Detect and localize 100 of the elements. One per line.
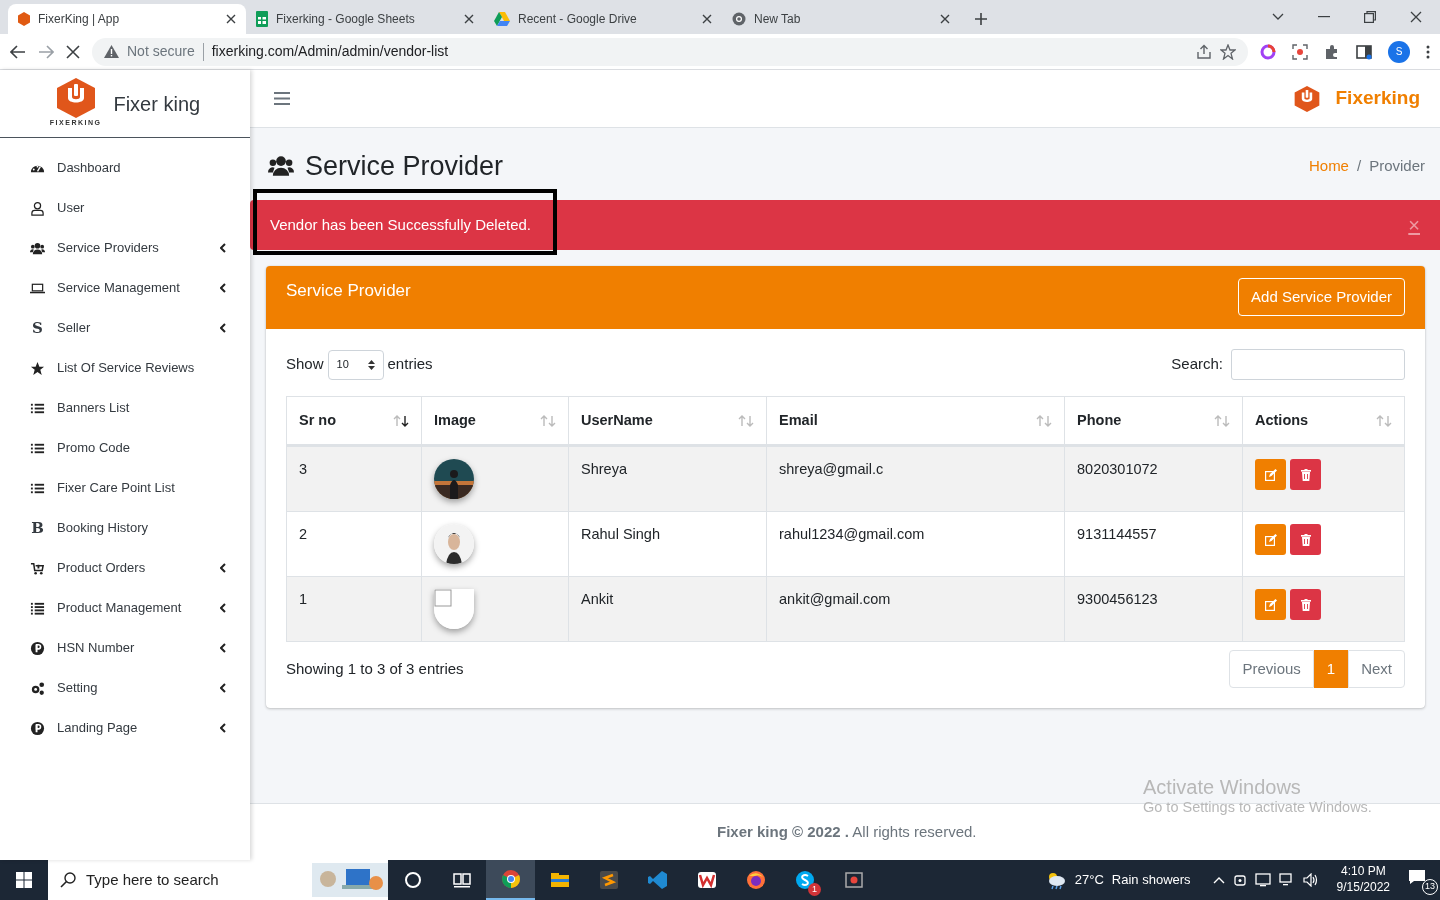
restore-icon[interactable] — [1364, 11, 1376, 23]
page-length-select[interactable]: 10 — [327, 349, 384, 380]
edit-icon — [1264, 598, 1277, 611]
delete-button[interactable] — [1290, 524, 1321, 555]
sidebar-item[interactable]: List Of Service Reviews — [0, 348, 250, 388]
edit-button[interactable] — [1255, 459, 1286, 490]
column-header[interactable]: Actions — [1255, 409, 1309, 432]
taskbar-app-button[interactable]: 1 — [780, 860, 829, 900]
sidebar-item[interactable]: User — [0, 188, 250, 228]
menu-icon[interactable] — [274, 92, 290, 105]
chevron-down-icon[interactable] — [1272, 13, 1284, 21]
taskbar-search-field[interactable]: Type here to search — [48, 860, 388, 900]
sidebar-item[interactable]: Landing Page — [0, 708, 250, 748]
sidebar-item[interactable]: Setting — [0, 668, 250, 708]
speaker-icon[interactable] — [1302, 873, 1319, 887]
sort-arrows-icon[interactable] — [393, 414, 409, 427]
trash-icon — [1300, 598, 1311, 611]
edit-icon — [1264, 533, 1277, 546]
side-panel-icon[interactable] — [1356, 43, 1372, 60]
close-icon[interactable] — [940, 14, 950, 24]
more-icon[interactable] — [1426, 44, 1430, 59]
table-cell: Shreya — [568, 445, 767, 512]
monitor-icon[interactable] — [1254, 873, 1271, 887]
list-icon — [30, 600, 45, 616]
sidebar-item[interactable]: Product Management — [0, 588, 250, 628]
column-header[interactable]: Phone — [1077, 409, 1122, 432]
circle-icon — [402, 870, 423, 890]
sidebar-item[interactable]: S Seller — [0, 308, 250, 348]
profile-avatar[interactable]: S — [1388, 40, 1410, 63]
sidebar-item[interactable]: Fixer Care Point List — [0, 468, 250, 508]
trash-icon — [1300, 533, 1311, 546]
browser-tab[interactable]: Recent - Google Drive — [484, 4, 722, 34]
chat-app-icon — [794, 870, 815, 890]
record-icon[interactable] — [1292, 43, 1308, 60]
sidebar-item[interactable]: Product Orders — [0, 548, 250, 588]
sidebar-item[interactable]: HSN Number — [0, 628, 250, 668]
edit-button[interactable] — [1255, 589, 1286, 620]
colorful-ring-icon[interactable] — [1260, 43, 1276, 60]
close-icon[interactable] — [1410, 11, 1422, 23]
weather-text: Rain showers — [1111, 871, 1191, 890]
network-icon[interactable] — [1278, 873, 1295, 887]
share-icon[interactable] — [1196, 43, 1212, 60]
star-icon — [30, 360, 45, 376]
page-button[interactable]: Previous — [1229, 650, 1314, 688]
sidebar-item[interactable]: Service Management — [0, 268, 250, 308]
close-icon[interactable] — [226, 14, 236, 24]
warning-icon — [104, 45, 119, 58]
sidebar-item[interactable]: Promo Code — [0, 428, 250, 468]
search-field[interactable] — [1231, 349, 1405, 380]
show-label: Show — [286, 354, 324, 375]
column-header[interactable]: Email — [779, 409, 818, 432]
activation-title: Activate Windows — [1143, 775, 1302, 799]
url-text[interactable]: fixerking.com/Admin/admin/vendor-list — [211, 41, 1188, 62]
sidebar-item[interactable]: Dashboard — [0, 148, 250, 188]
fox-browser-icon — [745, 870, 766, 890]
delete-button[interactable] — [1290, 459, 1321, 490]
close-icon[interactable] — [702, 14, 712, 24]
table-cell: 9131144557 — [1064, 511, 1243, 577]
clock[interactable]: 4:10 PM 9/15/2022 — [1336, 864, 1390, 896]
windows-start-icon[interactable] — [16, 872, 32, 888]
delete-button[interactable] — [1290, 589, 1321, 620]
browser-tab[interactable]: Fixerking - Google Sheets — [246, 4, 484, 34]
sidebar-item[interactable]: Service Providers — [0, 228, 250, 268]
table-cell: 3 — [286, 445, 422, 512]
stop-icon[interactable] — [66, 44, 80, 59]
footer-text: Fixer king © 2022 . All rights reserved. — [717, 821, 977, 842]
browser-tab[interactable]: New Tab — [722, 4, 960, 34]
breadcrumb-separator: / — [1356, 155, 1362, 176]
edit-button[interactable] — [1255, 524, 1286, 555]
chevron-up-icon[interactable] — [1212, 876, 1225, 884]
search-icon — [60, 872, 76, 888]
star-icon[interactable] — [1220, 43, 1236, 60]
w-app-icon — [696, 870, 717, 890]
column-header[interactable]: Sr no — [299, 409, 337, 432]
column-header[interactable]: Image — [434, 409, 476, 432]
table-cell: 2 — [286, 511, 422, 577]
puzzle-icon[interactable] — [1324, 43, 1340, 60]
gears-icon — [30, 680, 45, 696]
page-title: Service Provider — [305, 149, 504, 183]
cart-icon — [30, 560, 45, 576]
screen-record-icon — [843, 870, 864, 890]
meet-icon[interactable] — [1232, 873, 1247, 887]
browser-tab[interactable]: FixerKing | App — [8, 4, 246, 34]
close-icon[interactable] — [464, 14, 474, 24]
back-icon[interactable] — [10, 44, 26, 59]
brand-name: Fixer king — [113, 91, 201, 117]
temperature-text: 27°C — [1074, 871, 1104, 890]
entries-label: entries — [387, 354, 433, 375]
circle-p-icon — [30, 640, 45, 656]
sidebar-item[interactable]: Banners List — [0, 388, 250, 428]
search-label: Search: — [1171, 354, 1223, 375]
page-button[interactable]: Next — [1348, 650, 1405, 688]
minimize-icon[interactable] — [1318, 16, 1330, 18]
new-tab-icon[interactable] — [974, 12, 988, 26]
forward-icon[interactable] — [38, 44, 54, 59]
table-cell: 9300456123 — [1064, 576, 1243, 642]
edit-icon — [1264, 468, 1277, 481]
column-header[interactable]: UserName — [581, 409, 653, 432]
notification-icon[interactable] — [1408, 869, 1426, 885]
sidebar-item[interactable]: B Booking History — [0, 508, 250, 548]
